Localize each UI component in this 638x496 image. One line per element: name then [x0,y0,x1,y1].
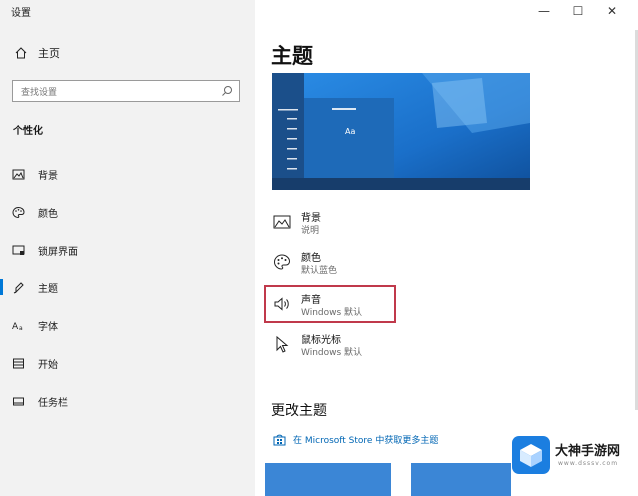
page-title: 主题 [271,44,313,68]
start-icon [13,358,24,368]
svg-text:A: A [12,322,19,332]
svg-text:a: a [19,325,23,332]
sidebar-item-label: 开始 [38,359,58,371]
preview-sample-text: Aa [345,127,356,136]
watermark-url: www.dsssv.com [558,460,619,467]
sidebar: 设置 主页 查找设置 个性化 背景 颜色 锁屏界面 主题 A a 字体 开始 任… [0,0,255,496]
sidebar-item-lock-screen[interactable]: 锁屏界面 [0,239,255,261]
sidebar-item-label: 字体 [38,321,58,333]
picture-icon [273,215,291,229]
maximize-button[interactable]: ☐ [561,0,595,22]
sidebar-item-label: 背景 [38,170,58,182]
font-icon: A a [12,322,23,332]
picture-icon [12,169,25,179]
home-link[interactable]: 主页 [14,45,60,61]
highlight-box [264,285,396,323]
watermark-text: 大神手游网 [555,444,621,459]
sidebar-item-taskbar[interactable]: 任务栏 [0,390,255,412]
theme-thumbnail[interactable] [411,463,511,496]
theme-preview[interactable]: Aa [272,73,530,190]
watermark: 大神手游网 www.dsssv.com [512,432,638,476]
taskbar-icon [13,397,24,405]
sidebar-item-label: 颜色 [38,208,58,220]
sidebar-item-start[interactable]: 开始 [0,352,255,374]
palette-icon [273,254,291,270]
sidebar-item-label: 任务栏 [38,397,68,409]
theme-preview-art [272,73,530,190]
home-icon [15,47,27,59]
sidebar-item-background[interactable]: 背景 [0,163,255,185]
setting-value: 说明 [301,226,320,236]
minimize-button[interactable]: — [527,0,561,22]
home-label: 主页 [38,47,60,60]
setting-color[interactable]: 颜色 默认蓝色 [271,249,511,285]
setting-name: 颜色 [301,253,321,264]
setting-value: Windows 默认 [301,348,363,358]
search-icon[interactable] [221,85,233,97]
active-indicator [0,279,3,295]
main-pane: — ☐ ✕ 主题 Aa 背景 说明 颜色 默认蓝色 声音 Windows 默认 … [255,0,638,496]
search-input[interactable]: 查找设置 [12,80,240,102]
close-button[interactable]: ✕ [595,0,629,22]
setting-name: 背景 [301,213,321,224]
palette-icon [12,206,25,218]
sidebar-item-themes[interactable]: 主题 [0,276,255,298]
store-link-label: 在 Microsoft Store 中获取更多主题 [293,436,439,446]
setting-name: 鼠标光标 [301,335,341,346]
sidebar-item-label: 锁屏界面 [38,246,78,258]
watermark-logo [512,436,550,474]
theme-icon [13,281,24,293]
cursor-icon [276,335,289,353]
sidebar-item-fonts[interactable]: A a 字体 [0,314,255,336]
store-link[interactable]: 在 Microsoft Store 中获取更多主题 [273,433,438,446]
setting-background[interactable]: 背景 说明 [271,209,511,245]
theme-thumbnail[interactable] [265,463,391,496]
sidebar-item-colors[interactable]: 颜色 [0,201,255,223]
section-title: 个性化 [13,126,43,137]
search-placeholder: 查找设置 [21,88,58,98]
change-theme-title: 更改主题 [271,403,327,419]
store-icon [273,434,286,445]
app-title: 设置 [11,8,31,19]
sidebar-item-label: 主题 [38,283,58,295]
setting-value: 默认蓝色 [301,266,338,276]
setting-mouse-cursor[interactable]: 鼠标光标 Windows 默认 [271,331,511,367]
lock-screen-icon [12,245,25,255]
